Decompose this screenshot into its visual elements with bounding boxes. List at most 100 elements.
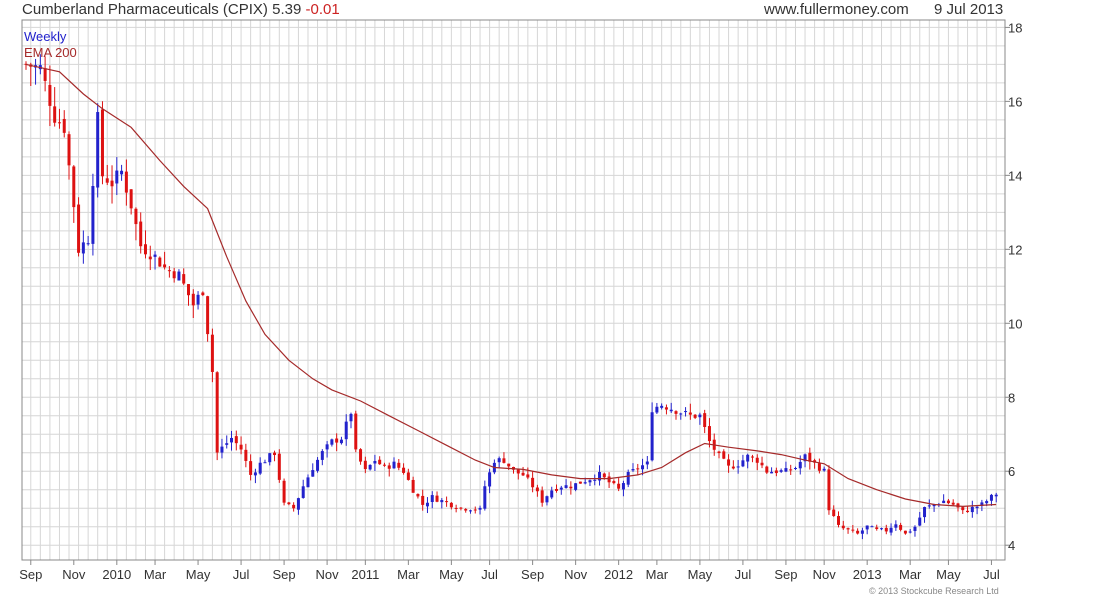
candle-body [143,244,147,255]
candle-body [354,413,358,450]
candle-body [258,462,262,474]
candle-body [550,490,554,498]
candle [306,474,310,488]
x-axis: Sep Nov 2010 Mar May Jul Sep Nov 2011 Mar May Jul Se… [19,560,1000,582]
candle-body [191,293,195,306]
candle [841,520,845,530]
y-tick-label: 14 [1008,168,1022,183]
candle-body [335,438,339,443]
candle-body [832,509,836,517]
candle [612,479,616,485]
candle [468,509,472,514]
candle [273,450,277,462]
candle-body [182,274,186,284]
candle [67,131,71,180]
x-tick-label: May [936,567,961,582]
chart-date: 9 Jul 2013 [934,1,1004,18]
candle-body [755,457,759,463]
candle [760,456,764,469]
candle [789,464,793,475]
candle-body [316,459,320,471]
candle [91,173,95,256]
candle [860,527,864,540]
candle-body [225,443,229,445]
candle-body [449,502,453,508]
candle [311,463,315,477]
candle-body [621,483,625,490]
candle-body [741,460,745,467]
candle-body [387,465,391,469]
candle-body [626,471,630,485]
candle [989,493,993,506]
y-tick-label: 8 [1008,390,1015,405]
candle-body [296,498,300,510]
candle-body [698,414,702,418]
candle-body [48,84,52,106]
stock-price: 5.39 [272,1,302,18]
candle-body [153,254,157,257]
candle [282,478,286,506]
candle-body [588,480,592,483]
candle-body [545,496,549,503]
candle [727,454,731,473]
candle-body [129,189,133,209]
candle-body [435,495,439,502]
x-tick-label: 2012 [604,567,633,582]
candle [593,474,597,486]
candle-body [827,469,831,511]
candle-body [273,452,277,456]
candle-body [674,411,678,414]
candle [115,157,119,196]
candle-body [411,479,415,493]
candle [464,508,468,513]
candle-body [923,507,927,518]
candle [851,525,855,533]
candle-body [253,472,257,476]
candle [875,524,879,531]
candle-body [994,494,998,497]
candle-body [210,334,214,372]
candle-body [760,462,764,466]
candle [598,465,602,486]
candle-body [736,466,740,468]
candle-body [77,204,81,253]
x-tick-label: Sep [521,567,544,582]
candle-body [91,186,95,244]
candle [225,435,229,449]
candle [793,466,797,470]
candle [645,456,649,470]
y-axis: 4 6 8 10 12 14 16 18 [1005,20,1022,553]
candle [698,412,702,425]
candle [402,463,406,475]
candle [43,56,47,92]
candle-body [339,439,343,444]
candle-body [707,426,711,442]
candle-body [641,465,645,470]
candle-body [765,466,769,473]
candle-body [110,180,114,187]
candle [664,404,668,415]
candle [970,500,974,518]
candle-body [201,292,205,296]
candle [110,165,114,204]
candle-body [865,525,869,530]
candle [526,467,530,480]
candle-body [703,413,707,428]
candle-body [918,517,922,526]
candle [62,110,66,138]
x-tick-label: May [688,567,713,582]
chart-title: Cumberland Pharmaceuticals (CPIX) 5.39 -… [22,1,340,18]
y-tick-label: 12 [1008,242,1022,257]
candle-body [559,487,563,490]
candle [483,480,487,511]
candle [382,462,386,467]
candle [684,407,688,417]
x-tick-label: Mar [646,567,669,582]
candle [502,452,506,464]
candle-body [526,474,530,478]
candle-body [880,528,884,530]
candle-body [124,171,128,193]
candle-body [478,507,482,510]
price-chart: 4 6 8 10 12 14 16 18 Sep Nov 2010 Mar May Jul Sep Nov 2… [19,19,1022,582]
candle-body [516,469,520,474]
